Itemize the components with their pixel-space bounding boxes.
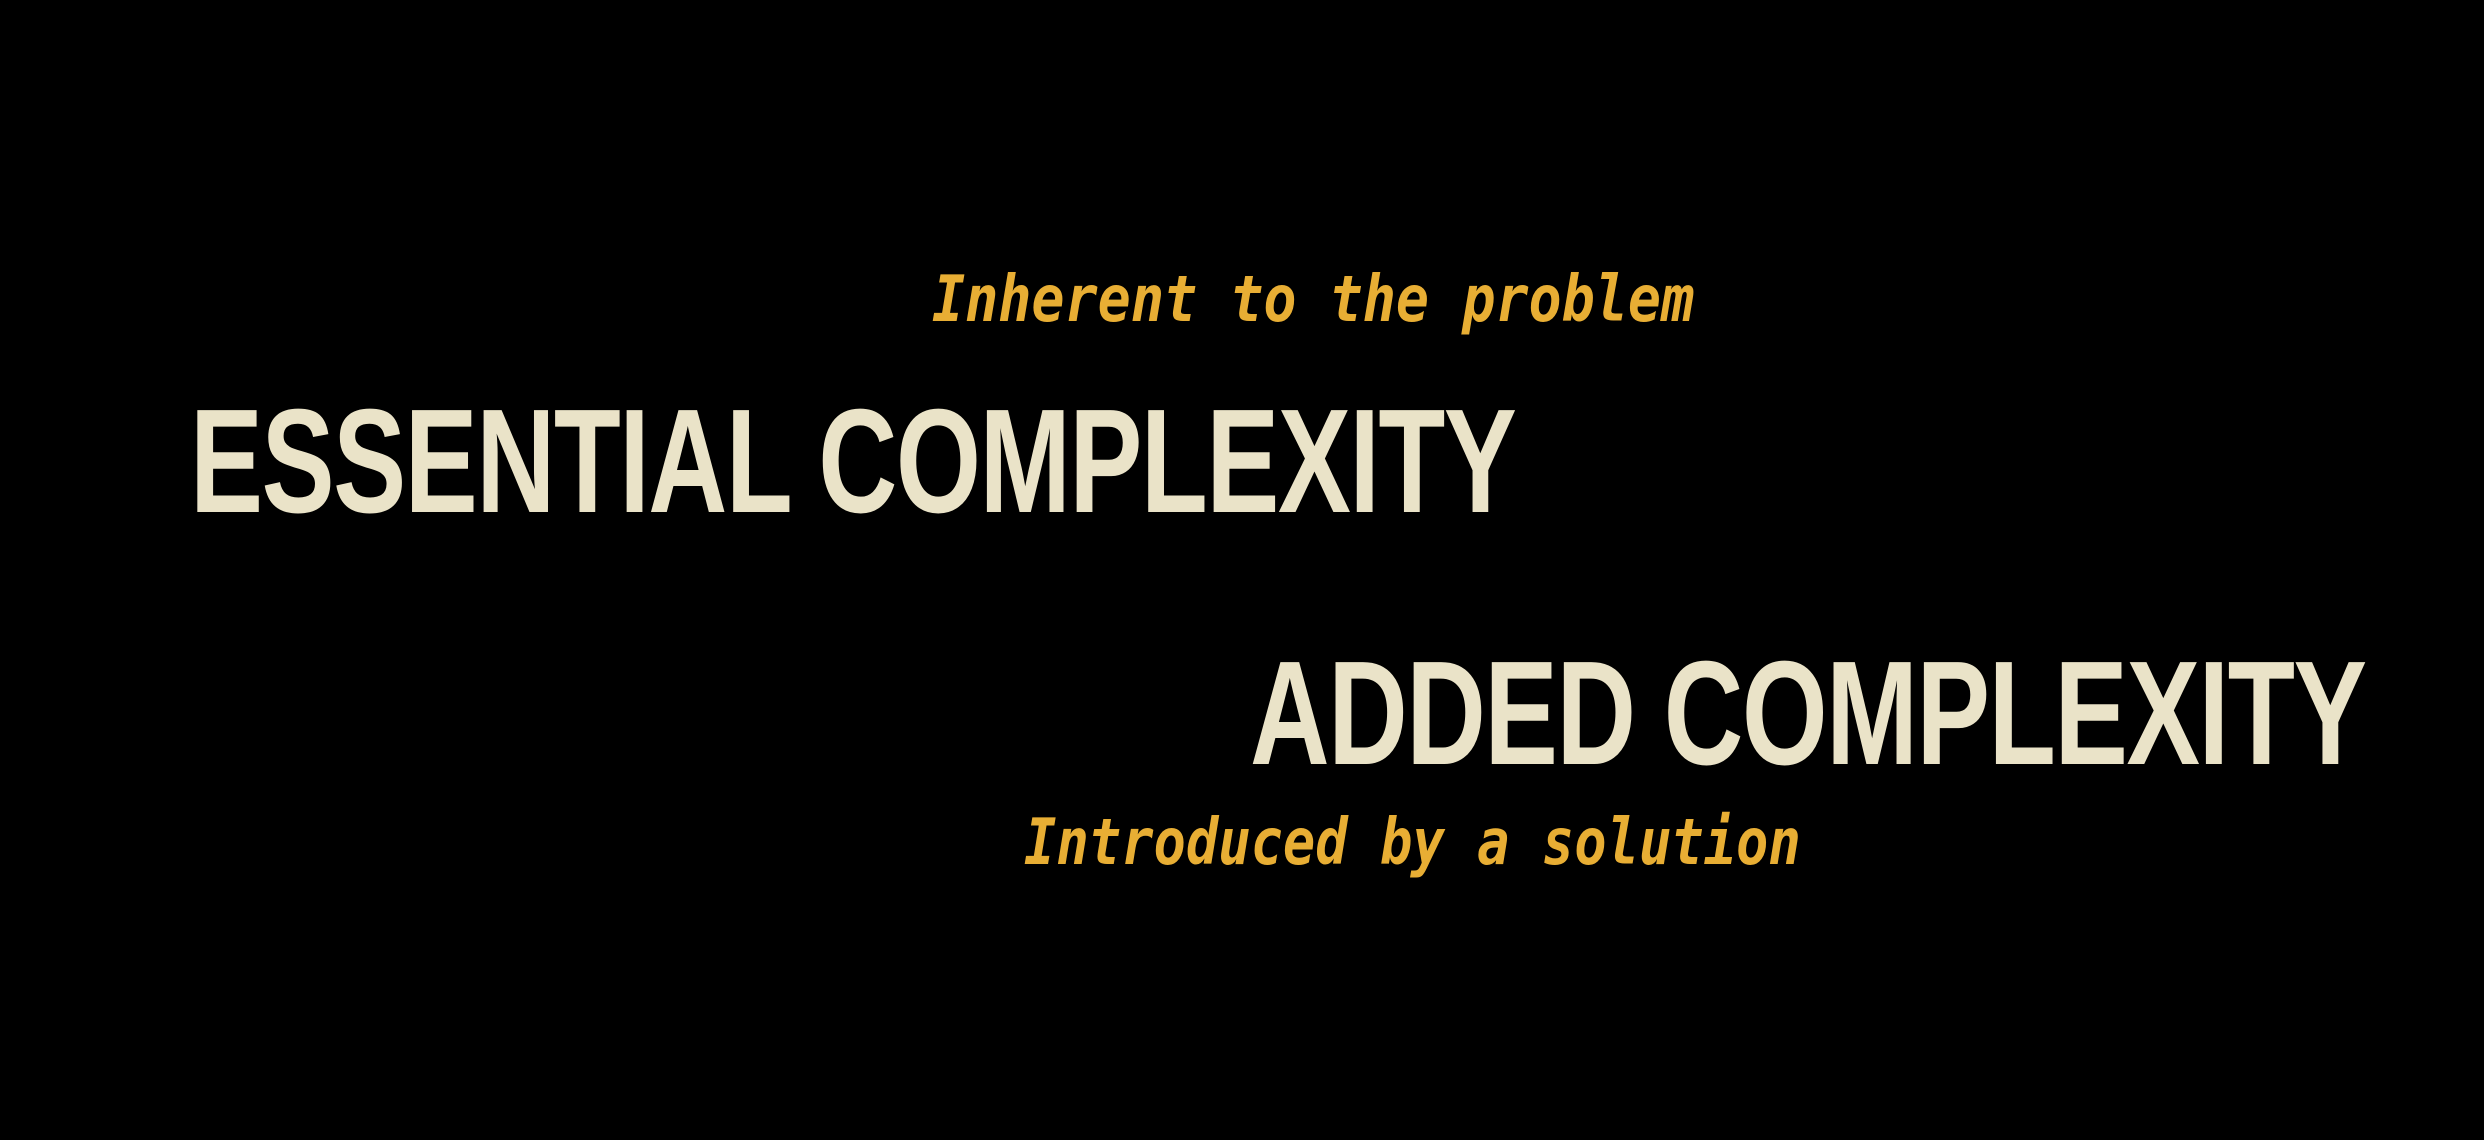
added-complexity-title: ADDED COMPLEXITY (1250, 631, 2367, 796)
added-annotation: Introduced by a solution (1024, 806, 1801, 880)
essential-complexity-title: ESSENTIAL COMPLEXITY (190, 379, 1517, 544)
essential-annotation: Inherent to the problem (932, 263, 1695, 337)
slide: Inherent to the problem ESSENTIAL COMPLE… (0, 0, 2484, 1140)
